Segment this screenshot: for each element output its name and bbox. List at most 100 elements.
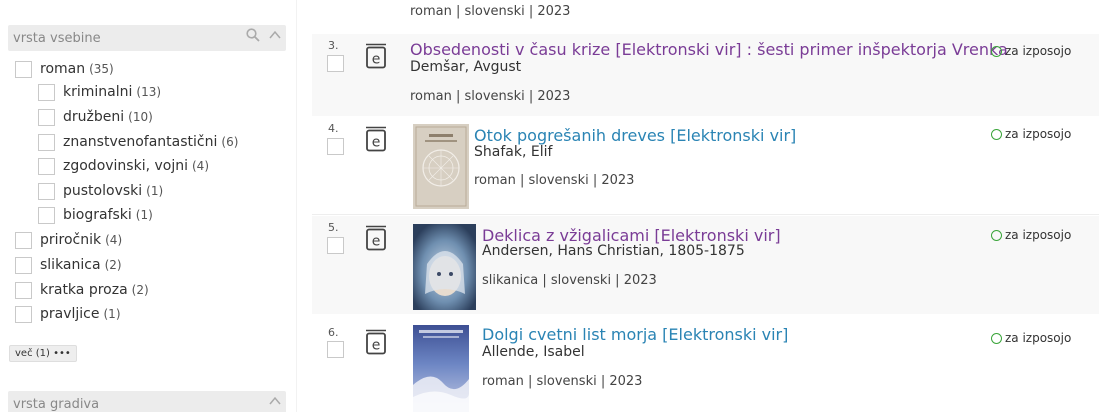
available-circle-icon <box>991 229 1002 241</box>
facet-item-slikanica[interactable]: slikanica (2) <box>15 254 122 276</box>
e-book-icon: e <box>365 225 387 251</box>
checkbox[interactable] <box>15 256 32 274</box>
facet-item-count: (1) <box>146 184 164 198</box>
availability-status[interactable]: za izposojo <box>991 44 1071 58</box>
chevron-up-icon[interactable] <box>268 394 282 412</box>
facet-header-content-type[interactable]: vrsta vsebine <box>8 25 286 51</box>
result-title-link[interactable]: Otok pogrešanih dreves [Elektronski vir] <box>474 126 796 145</box>
search-icon[interactable] <box>246 28 260 46</box>
chevron-up-icon[interactable] <box>268 28 282 46</box>
available-circle-icon <box>991 332 1002 344</box>
result-row: 4. e Otok pogrešanih dreves [Elektronski… <box>312 117 1099 215</box>
result-row: 6. e Dolgi cvetni list morja [Elektronsk… <box>312 315 1099 412</box>
result-checkbox[interactable] <box>327 341 344 358</box>
result-meta: roman | slovenski | 2023 <box>482 374 643 389</box>
checkbox[interactable] <box>38 182 55 200</box>
result-title-link[interactable]: Obsedenosti v času krize [Elektronski vi… <box>410 40 1008 59</box>
result-checkbox[interactable] <box>327 237 344 254</box>
result-row: 5. e Deklica z vžigalicami [Elektronski … <box>312 216 1099 314</box>
facet-item-label: pustolovski <box>63 183 143 199</box>
checkbox[interactable] <box>15 231 32 249</box>
facet-item-znanstvenofantasticni[interactable]: znanstvenofantastični (6) <box>38 131 238 153</box>
checkbox[interactable] <box>38 206 55 224</box>
facet-item-label: priročnik <box>40 232 102 248</box>
checkbox[interactable] <box>15 281 32 299</box>
facet-item-count: (10) <box>128 110 153 124</box>
availability-status[interactable]: za izposojo <box>991 228 1071 242</box>
availability-label: za izposojo <box>1005 127 1072 141</box>
result-number: 3. <box>328 39 339 52</box>
checkbox[interactable] <box>15 60 32 78</box>
divider <box>296 0 297 412</box>
availability-label: za izposojo <box>1005 331 1072 345</box>
availability-status[interactable]: za izposojo <box>991 127 1071 141</box>
result-author[interactable]: Demšar, Avgust <box>410 59 521 75</box>
result-meta: roman | slovenski | 2023 <box>410 89 571 104</box>
facet-item-roman[interactable]: roman (35) <box>15 58 114 80</box>
facet-item-count: (4) <box>105 233 123 247</box>
book-cover-image[interactable] <box>413 124 469 209</box>
facet-item-pravljice[interactable]: pravljice (1) <box>15 303 121 325</box>
result-meta: slikanica | slovenski | 2023 <box>482 273 657 288</box>
facet-item-count: (6) <box>221 135 239 149</box>
facet-item-druzbeni[interactable]: družbeni (10) <box>38 106 153 128</box>
checkbox[interactable] <box>38 83 55 101</box>
checkbox[interactable] <box>38 157 55 175</box>
e-book-icon: e <box>365 43 387 69</box>
result-row: 3. e Obsedenosti v času krize [Elektrons… <box>312 34 1099 116</box>
facet-item-count: (1) <box>135 208 153 222</box>
facet-item-count: (4) <box>192 159 209 173</box>
result-author[interactable]: Andersen, Hans Christian, 1805-1875 <box>482 243 745 259</box>
facet-item-label: slikanica <box>40 257 101 273</box>
facet-item-biografski[interactable]: biografski (1) <box>38 204 153 226</box>
facet-title: vrsta vsebine <box>13 31 101 46</box>
book-cover-image[interactable] <box>413 325 469 412</box>
availability-label: za izposojo <box>1005 228 1072 242</box>
facet-item-count: (2) <box>104 258 122 272</box>
facet-item-label: kriminalni <box>63 84 133 100</box>
svg-text:e: e <box>372 52 381 68</box>
result-author[interactable]: Allende, Isabel <box>482 344 585 360</box>
facet-header-material-type[interactable]: vrsta gradiva <box>8 391 286 412</box>
availability-status[interactable]: za izposojo <box>991 331 1071 345</box>
facet-item-zgodovinski[interactable]: zgodovinski, vojni (4) <box>38 155 209 177</box>
facet-item-label: znanstvenofantastični <box>63 134 218 150</box>
facet-item-kriminalni[interactable]: kriminalni (13) <box>38 81 161 103</box>
facet-item-label: kratka proza <box>40 282 128 298</box>
checkbox[interactable] <box>15 305 32 323</box>
available-circle-icon <box>991 128 1002 140</box>
result-meta: roman | slovenski | 2023 <box>410 4 571 19</box>
result-meta: roman | slovenski | 2023 <box>474 173 635 188</box>
checkbox[interactable] <box>38 108 55 126</box>
result-number: 4. <box>328 122 339 135</box>
availability-label: za izposojo <box>1005 44 1072 58</box>
facet-item-count: (35) <box>89 62 114 76</box>
facet-item-kratka-proza[interactable]: kratka proza (2) <box>15 279 149 301</box>
svg-text:e: e <box>372 234 381 250</box>
facet-item-label: zgodovinski, vojni <box>63 158 188 174</box>
result-number: 5. <box>328 221 339 234</box>
result-checkbox[interactable] <box>327 55 344 72</box>
more-button[interactable]: več (1) ••• <box>9 345 77 362</box>
facet-item-count: (13) <box>136 85 162 99</box>
facet-item-label: družbeni <box>63 109 125 125</box>
facet-item-count: (1) <box>103 307 121 321</box>
facet-item-label: biografski <box>63 207 132 223</box>
book-cover-image[interactable] <box>413 224 476 310</box>
checkbox[interactable] <box>38 133 55 151</box>
facet-item-pustolovski[interactable]: pustolovski (1) <box>38 180 163 202</box>
svg-text:e: e <box>372 135 381 151</box>
facet-title: vrsta gradiva <box>13 397 100 412</box>
result-author[interactable]: Shafak, Elif <box>474 144 552 160</box>
facet-item-label: roman <box>40 61 86 77</box>
facet-item-label: pravljice <box>40 306 100 322</box>
facet-sidebar: vrsta vsebine roman (35) kriminalni (13)… <box>0 0 300 412</box>
e-book-icon: e <box>365 126 387 152</box>
result-title-link[interactable]: Dolgi cvetni list morja [Elektronski vir… <box>482 325 788 344</box>
facet-item-prirocnik[interactable]: priročnik (4) <box>15 229 122 251</box>
svg-text:e: e <box>372 338 381 354</box>
e-book-icon: e <box>365 329 387 355</box>
facet-item-count: (2) <box>131 283 149 297</box>
result-checkbox[interactable] <box>327 138 344 155</box>
available-circle-icon <box>991 45 1002 57</box>
